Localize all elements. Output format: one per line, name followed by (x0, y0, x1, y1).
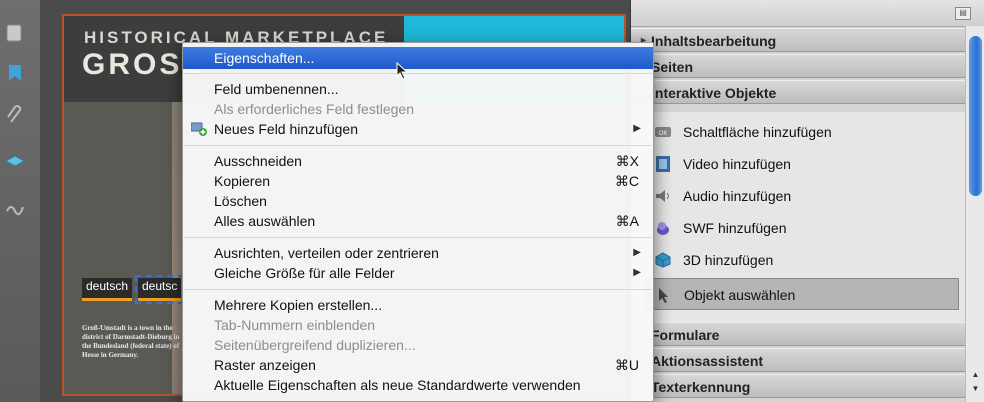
menu-item-label: Ausrichten, verteilen oder zentrieren (214, 245, 439, 261)
menu-item-set-required[interactable]: Als erforderliches Feld festlegen (183, 99, 653, 119)
section-label: Seiten (651, 59, 694, 75)
section-action-wizard[interactable]: Aktionsassistent (631, 348, 965, 372)
button-ok-icon: OK (655, 127, 671, 137)
panel-scrollbar[interactable]: ▲ ▼ (965, 26, 984, 402)
section-interactive-objects[interactable]: Interaktive Objekte (631, 80, 965, 104)
mouse-cursor-icon (396, 62, 409, 80)
section-pages[interactable]: Seiten (631, 54, 965, 78)
menu-separator (184, 237, 652, 238)
scroll-down-icon[interactable]: ▼ (969, 384, 982, 394)
tool-add-audio[interactable]: Audio hinzufügen (631, 180, 965, 212)
menu-item-rename-field[interactable]: Feld umbenennen... (183, 79, 653, 99)
tool-label: SWF hinzufügen (683, 220, 787, 236)
menu-item-properties[interactable]: Eigenschaften... (183, 47, 653, 69)
section-label: Formulare (651, 327, 720, 343)
menu-item-select-all[interactable]: Alles auswählen ⌘A (183, 211, 653, 231)
form-button-deutsch[interactable]: deutsch (82, 278, 133, 301)
tool-add-swf[interactable]: SWF hinzufügen (631, 212, 965, 244)
menu-item-duplicate-across-pages[interactable]: Seitenübergreifend duplizieren... (183, 335, 653, 355)
tool-label: Video hinzufügen (683, 156, 791, 172)
section-content-editing[interactable]: ▸ Inhaltsbearbeitung (631, 28, 965, 52)
menu-shortcut: ⌘C (614, 173, 639, 189)
scrollbar-thumb[interactable] (969, 36, 982, 196)
svg-text:OK: OK (659, 131, 668, 137)
page-blurb: Groß-Umstadt is a town in the district o… (82, 324, 180, 359)
swf-icon (657, 222, 669, 235)
menu-item-label: Tab-Nummern einblenden (214, 317, 376, 333)
interactive-objects-list: OK Schaltfläche hinzufügen Video hinzufü… (631, 112, 965, 322)
tool-add-button[interactable]: OK Schaltfläche hinzufügen (631, 116, 965, 148)
section-label: Inhaltsbearbeitung (651, 33, 777, 49)
signature-icon[interactable] (4, 196, 26, 218)
scroll-up-icon[interactable]: ▲ (969, 370, 982, 380)
menu-item-label: Mehrere Kopien erstellen... (214, 297, 383, 313)
menu-item-use-as-defaults[interactable]: Aktuelle Eigenschaften als neue Standard… (183, 375, 653, 395)
menu-item-label: Kopieren (214, 173, 271, 189)
menu-separator (184, 289, 652, 290)
app-window: HISTORICAL MARKETPLACE GROSS deutsch deu… (0, 0, 984, 402)
menu-separator (184, 73, 652, 74)
section-text-recognition[interactable]: Texterkennung (631, 374, 965, 398)
menu-item-label: Als erforderliches Feld festlegen (214, 101, 414, 117)
submenu-arrow-icon: ▶ (633, 267, 641, 278)
section-forms[interactable]: Formulare (631, 322, 965, 346)
menu-item-show-grid[interactable]: Raster anzeigen ⌘U (183, 355, 653, 375)
menu-item-label: Gleiche Größe für alle Felder (214, 265, 395, 281)
tool-select-object[interactable]: Objekt auswählen (645, 278, 959, 310)
left-toolbar (0, 0, 41, 402)
add-field-icon (191, 122, 207, 136)
context-menu: Eigenschaften... Feld umbenennen... Als … (182, 42, 654, 402)
panel-header: ▤ (631, 0, 984, 27)
submenu-arrow-icon: ▶ (633, 123, 641, 134)
speaker-icon (656, 190, 669, 202)
layers-icon[interactable] (4, 152, 26, 174)
menu-item-copy[interactable]: Kopieren ⌘C (183, 171, 653, 191)
menu-item-show-tab-numbers[interactable]: Tab-Nummern einblenden (183, 315, 653, 335)
menu-item-label: Neues Feld hinzufügen (214, 121, 358, 137)
submenu-arrow-icon: ▶ (633, 247, 641, 258)
menu-item-label: Seitenübergreifend duplizieren... (214, 337, 416, 353)
tools-panel: ▤ ▸ Inhaltsbearbeitung Seiten Interaktiv… (630, 0, 984, 402)
menu-item-label: Alles auswählen (214, 213, 316, 229)
cube-icon (655, 252, 671, 268)
menu-item-label: Raster anzeigen (214, 357, 316, 373)
menu-item-delete[interactable]: Löschen (183, 191, 653, 211)
panel-options-icon[interactable]: ▤ (955, 7, 971, 20)
menu-item-label: Aktuelle Eigenschaften als neue Standard… (214, 377, 581, 393)
tool-label: Schaltfläche hinzufügen (683, 124, 832, 140)
tool-label: Audio hinzufügen (683, 188, 792, 204)
menu-item-align-distribute[interactable]: Ausrichten, verteilen oder zentrieren ▶ (183, 243, 653, 263)
select-arrow-icon (659, 288, 668, 303)
menu-item-cut[interactable]: Ausschneiden ⌘X (183, 151, 653, 171)
menu-item-same-size[interactable]: Gleiche Größe für alle Felder ▶ (183, 263, 653, 283)
tool-label: Objekt auswählen (684, 287, 796, 303)
menu-separator (184, 145, 652, 146)
menu-item-label: Feld umbenennen... (214, 81, 339, 97)
menu-item-label: Löschen (214, 193, 267, 209)
menu-item-label: Ausschneiden (214, 153, 302, 169)
menu-shortcut: ⌘U (614, 357, 639, 373)
section-label: Aktionsassistent (651, 353, 764, 369)
menu-item-multiple-copies[interactable]: Mehrere Kopien erstellen... (183, 295, 653, 315)
menu-shortcut: ⌘X (615, 153, 639, 169)
menu-item-label: Eigenschaften... (214, 50, 315, 66)
film-icon (656, 156, 670, 172)
pages-thumbnail-icon[interactable] (4, 22, 26, 44)
tool-add-3d[interactable]: 3D hinzufügen (631, 244, 965, 276)
bookmark-icon[interactable] (4, 62, 26, 84)
attachment-icon[interactable] (4, 104, 26, 126)
menu-shortcut: ⌘A (615, 213, 639, 229)
tool-add-video[interactable]: Video hinzufügen (631, 148, 965, 180)
section-label: Texterkennung (651, 379, 751, 395)
form-button-deutsch-selected[interactable]: deutsc (134, 275, 185, 304)
tool-label: 3D hinzufügen (683, 252, 774, 268)
menu-item-add-new-field[interactable]: Neues Feld hinzufügen ▶ (183, 119, 653, 139)
section-label: Interaktive Objekte (651, 85, 777, 101)
